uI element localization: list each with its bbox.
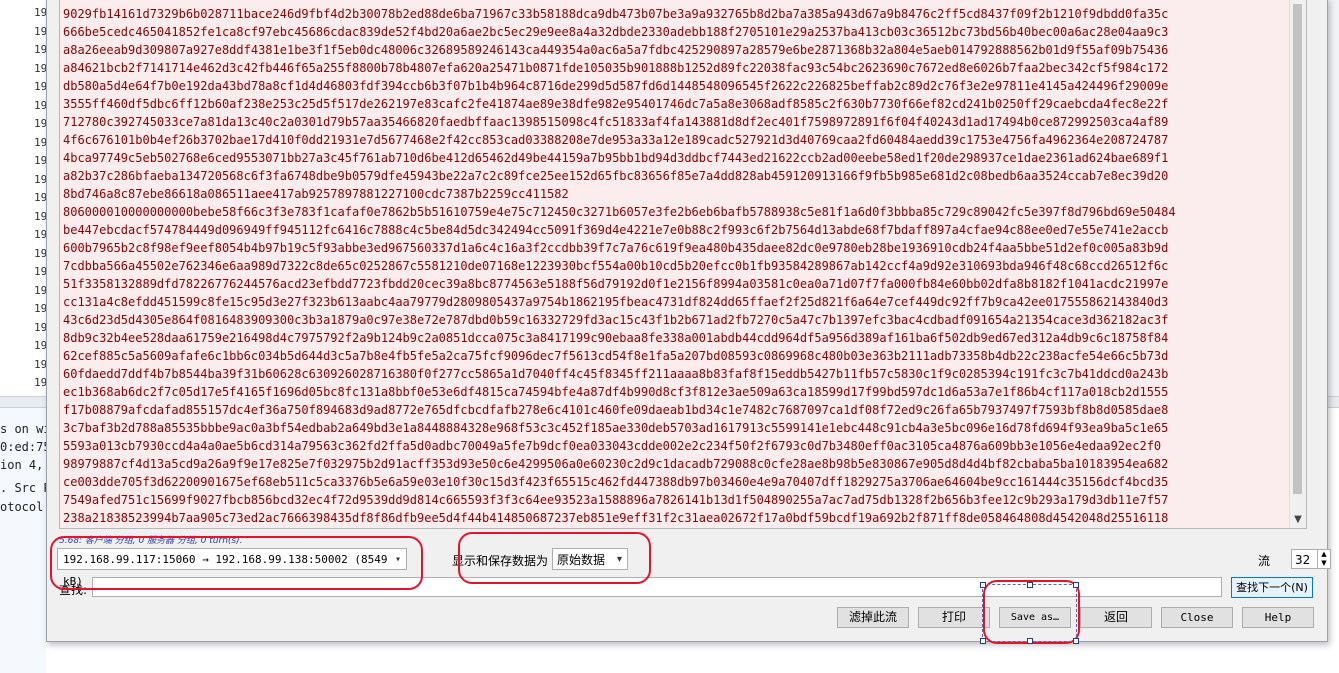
stream-line: 600b7965b2c8f98ef9eef8054b4b97b19c5f93ab… (63, 241, 1169, 255)
stream-line: 62cef885c5a5609afafe6c1bb6c034b5d644d3c5… (63, 349, 1169, 363)
stream-content-view[interactable]: 9029fb14161d7329b6b028711bace246d9fbf4d2… (59, 0, 1307, 529)
stream-number-label: 流 (1258, 554, 1271, 568)
stream-line: ce003dde705f3d62200901675ef68eb511c5ca33… (63, 475, 1169, 489)
spin-arrows[interactable]: ▲ ▼ (1317, 550, 1330, 568)
print-button[interactable]: 打印 (918, 607, 990, 628)
stream-line: 666be5cedc465041852fe1ca8cf97ebc45686cda… (63, 25, 1169, 39)
vertical-scrollbar[interactable]: ▼ (1289, 0, 1306, 528)
stream-line: 51f3358132889dfd78226776244576acd23efbdd… (63, 277, 1169, 291)
stream-line: 712780c392745033ce7a81da13c40c2a0301d79b… (63, 115, 1169, 129)
close-button[interactable]: Close (1161, 607, 1233, 628)
background-detail-fragment: ion 4, (0, 458, 44, 472)
stream-line: 4f6c676101b0b4ef26b3702bae17d410f0dd2193… (63, 133, 1169, 147)
stream-line: ec1b368ab6dc2f7c05d17e5f4165f1696d05bc8f… (63, 385, 1169, 399)
background-detail-fragment: s on wi (0, 422, 51, 436)
stream-line: 3c7baf3b2d788a85535bbbe9ac0a3bf54edbab2a… (63, 421, 1169, 435)
annotation-circle-conversation (50, 536, 423, 590)
selection-handle (1027, 638, 1033, 644)
stream-line: 806000010000000000bebe58f66c3f3e783f1caf… (63, 205, 1176, 219)
find-next-button[interactable]: 查找下一个(N) (1231, 577, 1313, 598)
stream-number-spinbox[interactable]: 32 ▲ ▼ (1291, 549, 1331, 569)
stream-line: a84621bcb2f7141714e462d3c42fb446f65a255f… (63, 61, 1169, 75)
stream-number-value: 32 (1295, 553, 1311, 567)
scroll-down-icon[interactable]: ▼ (1290, 512, 1306, 528)
help-button[interactable]: Help (1242, 607, 1314, 628)
stream-line: 8db9c32b4ee528daa61759e216498d4c7975792f… (63, 331, 1169, 345)
filter-out-stream-button[interactable]: 滤掉此流 (837, 607, 909, 628)
stream-line: 4bca97749c5eb502768e6ced9553071bb27a3c45… (63, 151, 1169, 165)
selection-handle (1073, 638, 1079, 644)
stream-line: 5593a013cb7930ccd4a4a0ae5b6cd314a79563c3… (63, 439, 1162, 453)
stream-line: db580a5d4e64f7b0e192da43bd78a8cf1d4d4680… (63, 79, 1169, 93)
stream-line: 238a21838523994b7aa905c73ed2ac7666398435… (63, 511, 1169, 525)
background-detail-fragment: 0:ed:75 (0, 440, 51, 454)
spin-up-icon[interactable]: ▲ (1318, 550, 1330, 559)
stream-line: 60fdaedd7ddf4b7b8544ba39f31b60628c630926… (63, 367, 1169, 381)
stream-line: 8bd746a8c87ebe86618a086511aee417ab925789… (63, 187, 569, 201)
selection-handle (1027, 582, 1033, 588)
selection-handle (1073, 582, 1079, 588)
scrollbar-thumb[interactable] (1293, 4, 1302, 494)
stream-line: 43c6d23d5d4305e864f0816483909300c3b3a187… (63, 313, 1169, 327)
stream-line: f17b08879afcdafad855157dc4ef36a750f89468… (63, 403, 1169, 417)
stream-hex-text: 9029fb14161d7329b6b028711bace246d9fbf4d2… (63, 5, 1289, 527)
annotation-circle-format (458, 532, 651, 584)
back-button[interactable]: 返回 (1080, 607, 1152, 628)
stream-line: 3555ff460df5dbc6ff12b60af238e253c25d5f51… (63, 97, 1169, 111)
stream-line: be447ebcdacf574784449d096949ff945112fc64… (63, 223, 1169, 237)
stream-line: 9029fb14161d7329b6b028711bace246d9fbf4d2… (63, 7, 1169, 21)
stream-line: 7549afed751c15699f9027fbcb856bcd32ec4f72… (63, 493, 1169, 507)
stream-line: a82b37c286bfaeba134720568c6f3fa6748dbe9b… (63, 169, 1169, 183)
stream-line: cc131a4c8efdd451599c8fe15c95d3e27f323b61… (63, 295, 1169, 309)
selection-handle (980, 638, 986, 644)
selection-handle (980, 582, 986, 588)
background-detail-fragment: . Src P (0, 481, 51, 495)
stream-line: a8a26eeab9d309807a927e8ddf4381e1be3f1f5e… (63, 43, 1169, 57)
background-detail-fragment: otocol (0, 500, 44, 514)
stream-line: 7cdbba566a45502e762346e6aa989d7322c8de65… (63, 259, 1169, 273)
selection-frame (980, 582, 1079, 644)
stream-line: 98979887cf4d13a5cd9a26a9f9e17e825e7f0329… (63, 457, 1169, 471)
spin-down-icon[interactable]: ▼ (1318, 559, 1330, 568)
